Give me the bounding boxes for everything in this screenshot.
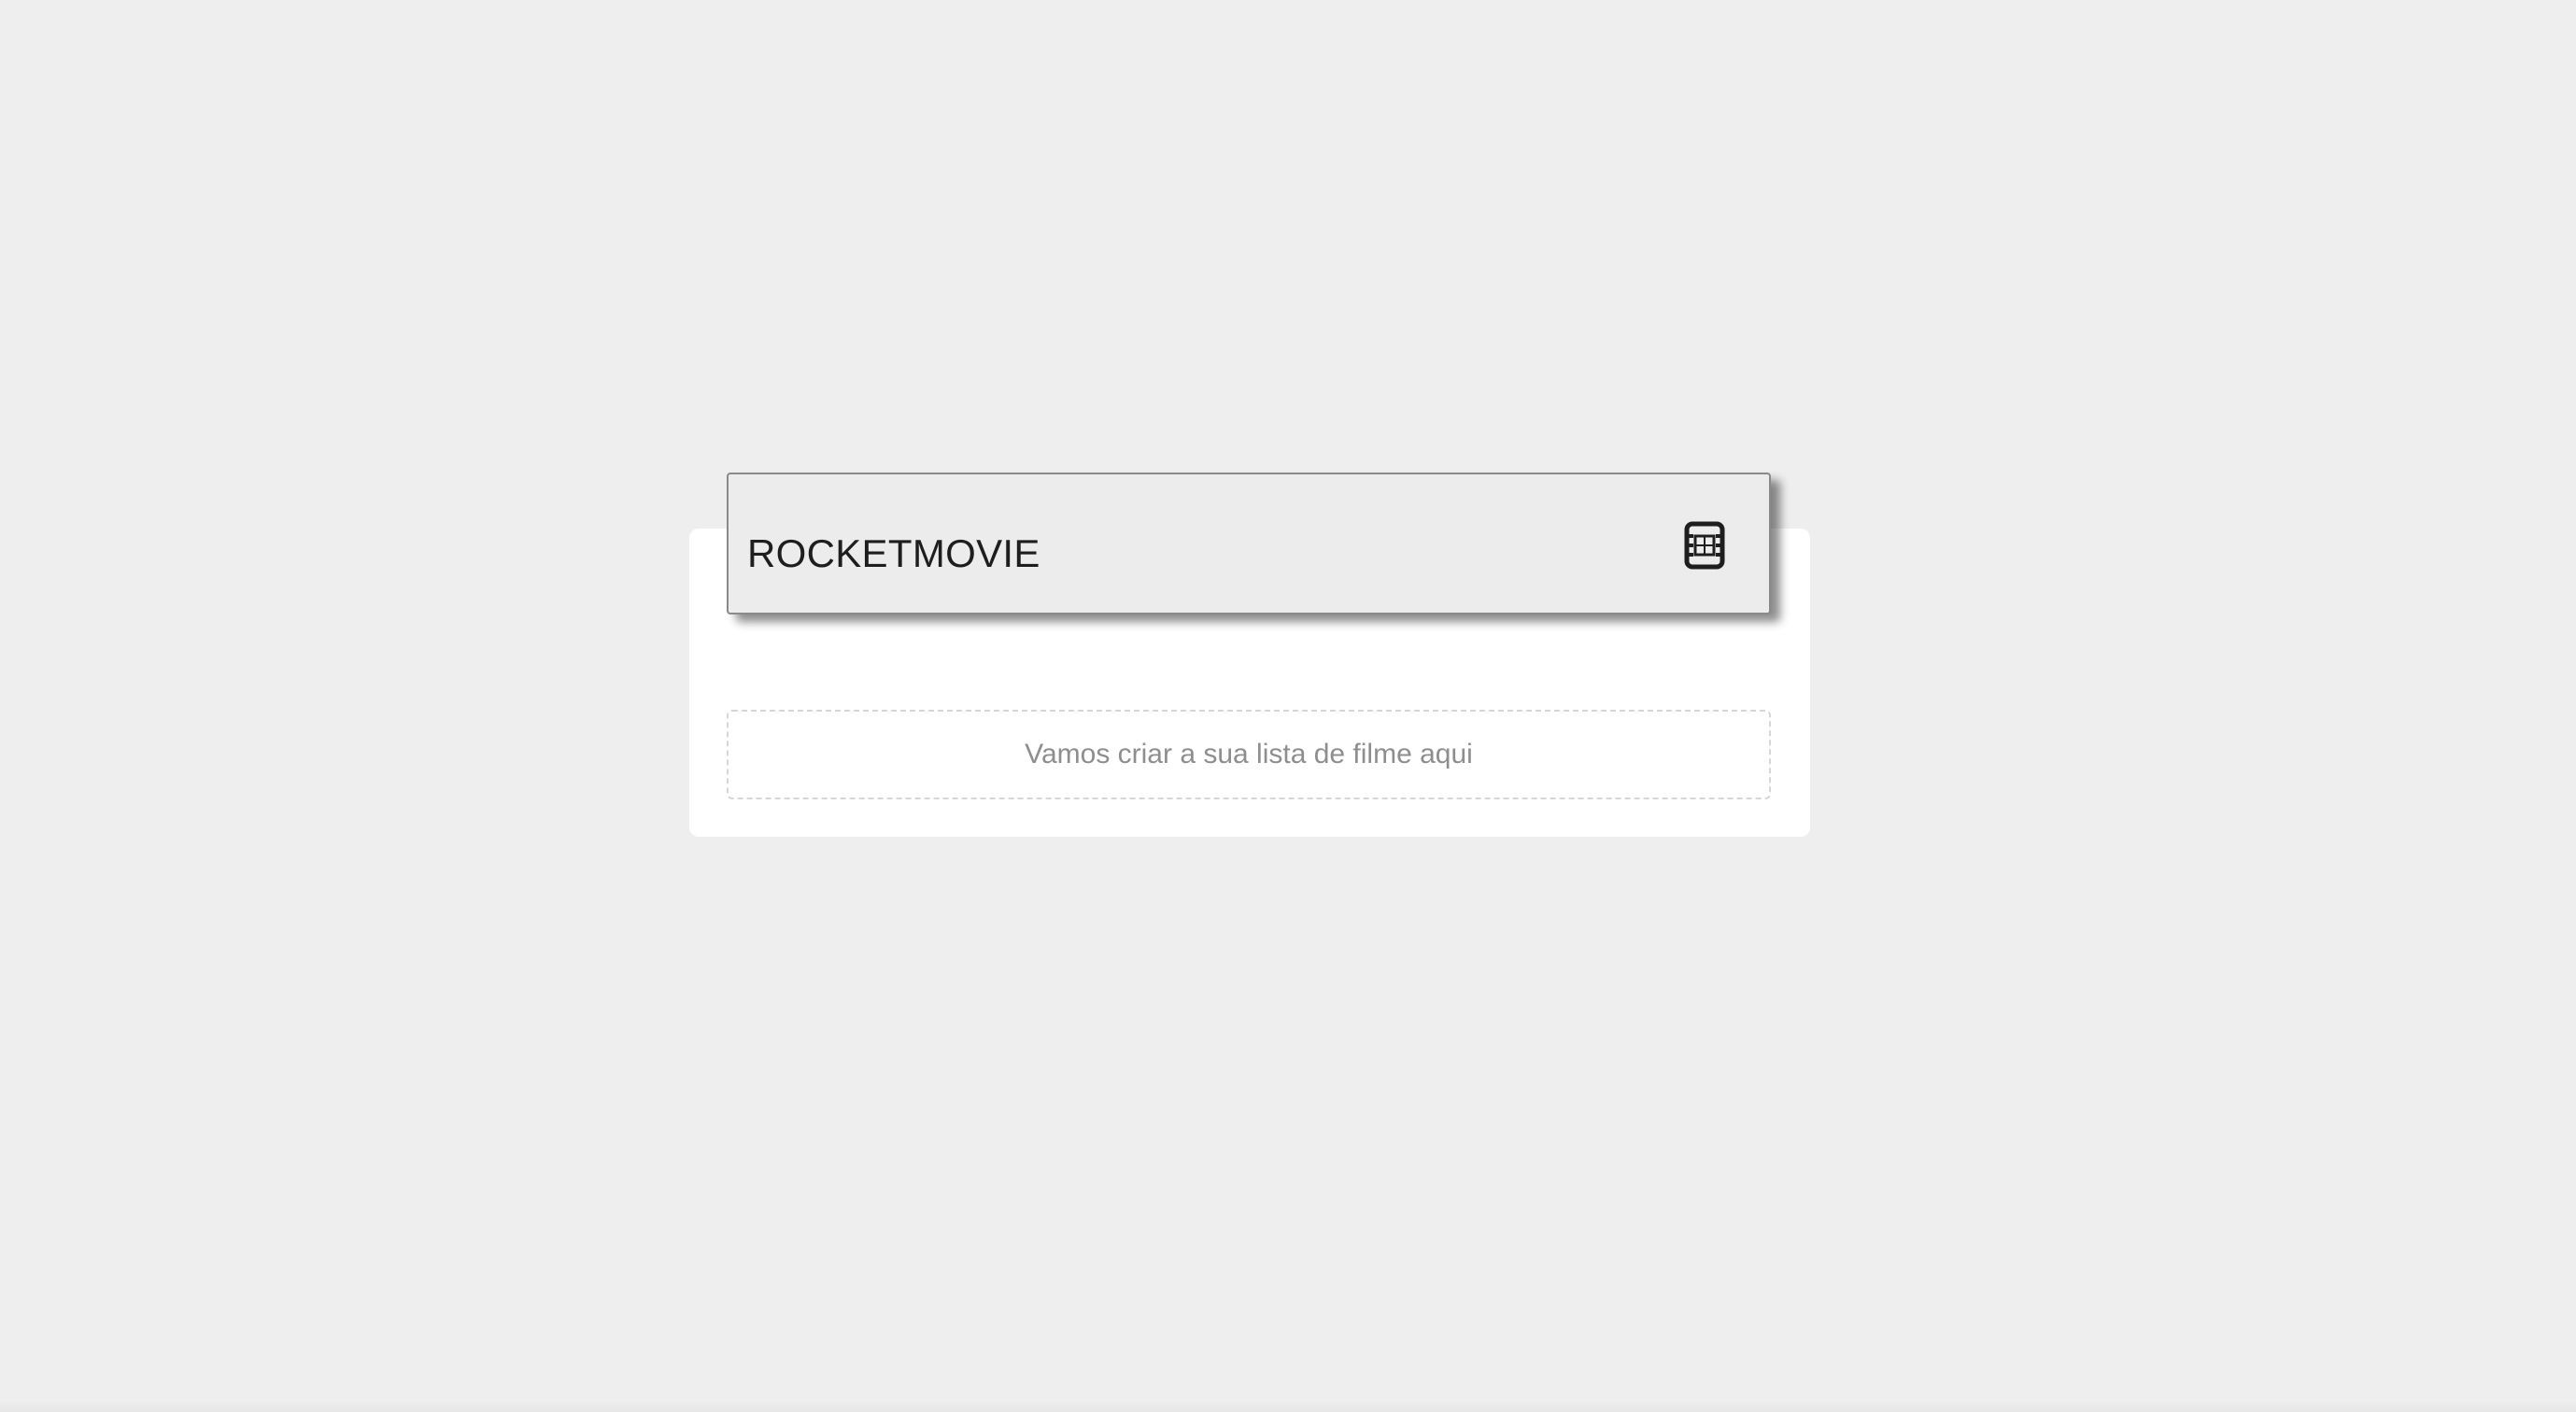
empty-list-message: Vamos criar a sua lista de filme aqui (1025, 739, 1473, 770)
empty-list-placeholder: Vamos criar a sua lista de filme aqui (727, 710, 1771, 799)
film-icon (1684, 521, 1725, 570)
app-header: ROCKETMOVIE (727, 473, 1771, 614)
bottom-edge (0, 1401, 2576, 1412)
app-title: ROCKETMOVIE (747, 531, 1040, 575)
